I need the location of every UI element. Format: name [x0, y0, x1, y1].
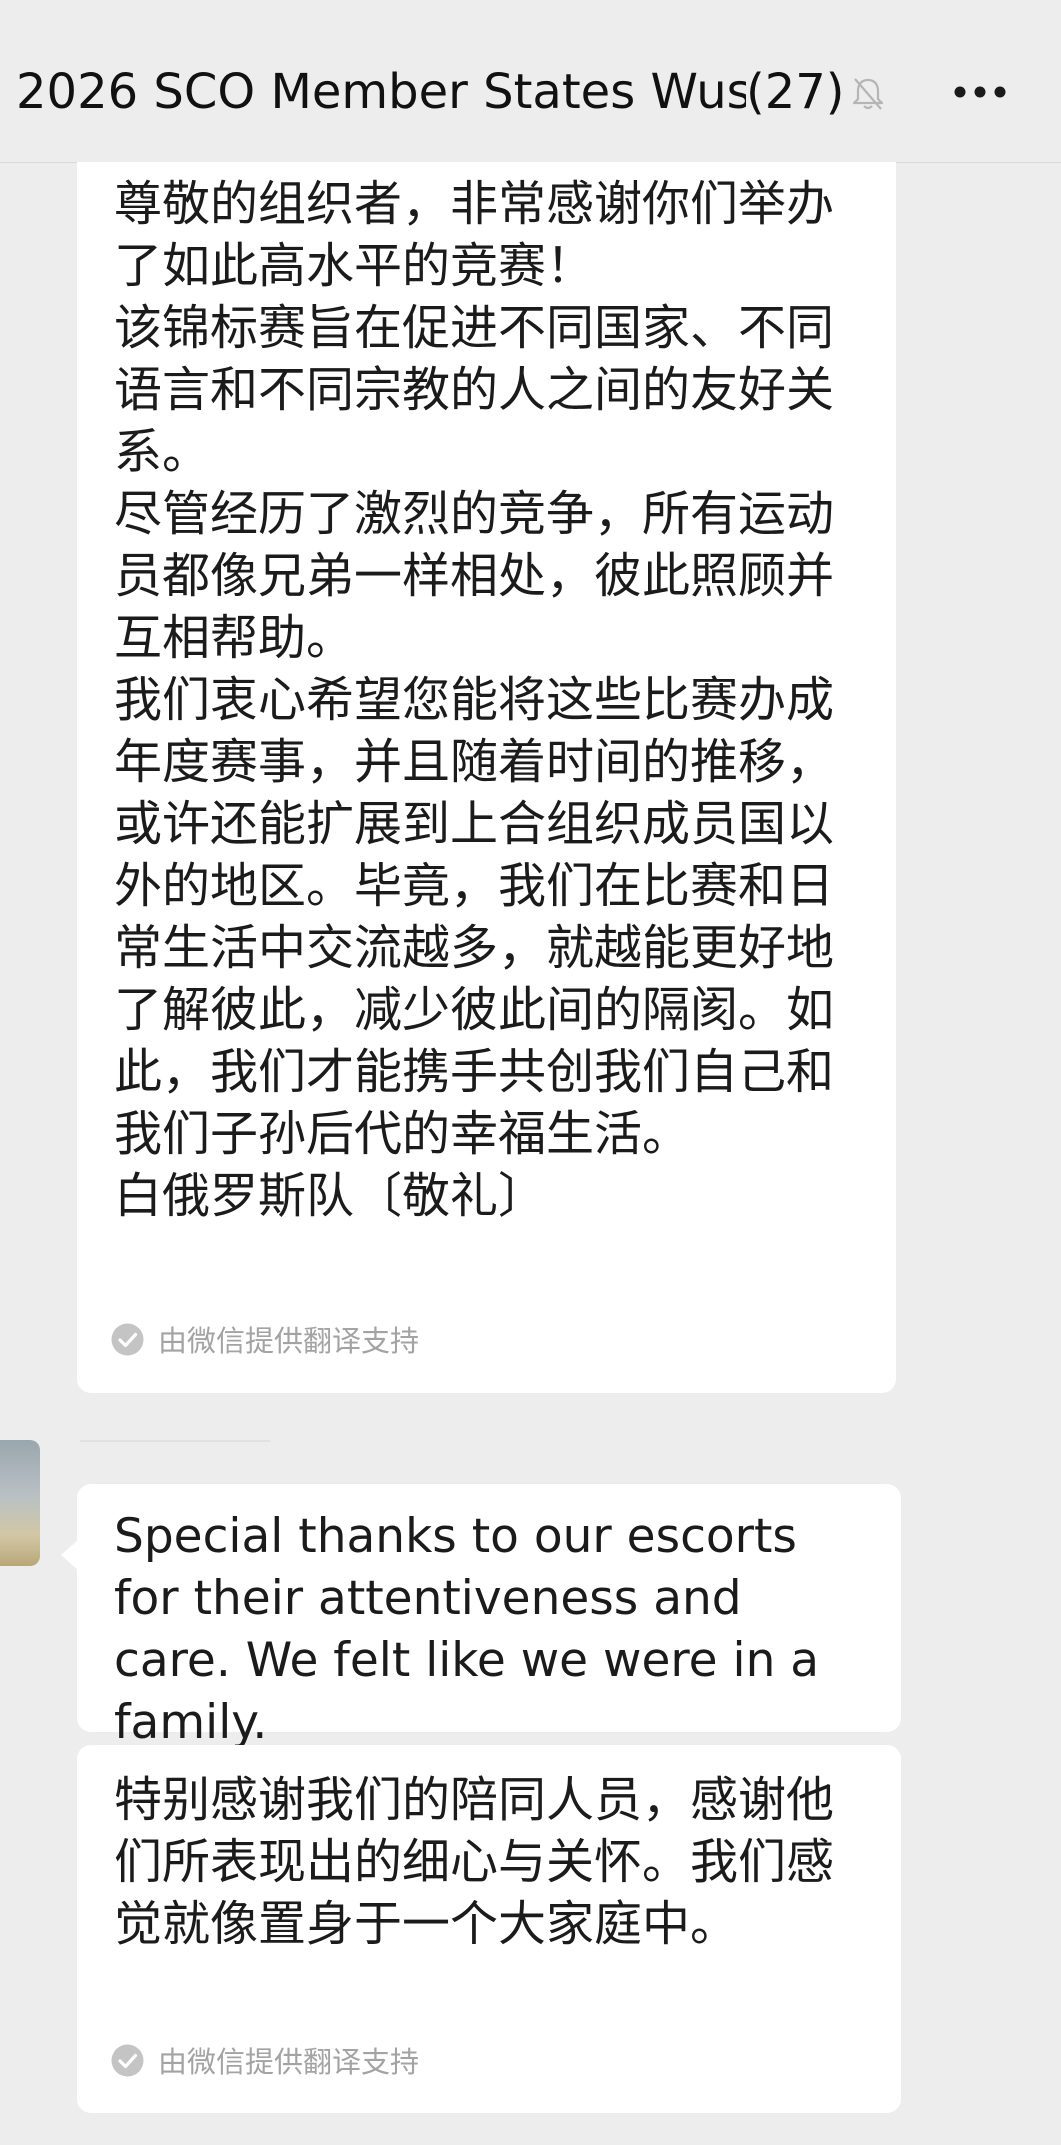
message-bubble-translation[interactable]: 特别感谢我们的陪同人员，感谢他们所表现出的细心与关怀。我们感觉就像置身于一个大家…: [77, 1745, 901, 2113]
more-options-button[interactable]: [945, 62, 1015, 122]
bell-muted-icon: [852, 78, 884, 110]
translation-note: 由微信提供翻译支持: [111, 1318, 419, 1360]
chat-title[interactable]: 2026 SCO Member States Wushu(27): [16, 62, 851, 122]
group-name: 2026 SCO Member States Wushu: [16, 64, 746, 120]
translation-note-label: 由微信提供翻译支持: [158, 1324, 420, 1358]
translation-note: 由微信提供翻译支持: [111, 2039, 419, 2081]
avatar[interactable]: [0, 1440, 40, 1566]
sender-name: [80, 1440, 270, 1472]
message-bubble[interactable]: Special thanks to our escorts for their …: [61, 1484, 901, 1750]
message-text: 特别感谢我们的陪同人员，感谢他们所表现出的细心与关怀。我们感觉就像置身于一个大家…: [114, 1772, 835, 1952]
check-circle-icon: [111, 2044, 144, 2076]
translation-note-label: 由微信提供翻译支持: [158, 2045, 420, 2079]
message-text: 尊敬的组织者，非常感谢你们举办了如此高水平的竞赛！ 该锦标赛旨在促进不同国家、不…: [114, 176, 835, 1224]
check-circle-icon: [111, 1323, 144, 1355]
message-text: Special thanks to our escorts for their …: [114, 1509, 820, 1750]
chat-header: 2026 SCO Member States Wushu(27): [0, 0, 1061, 163]
message-bubble-translation[interactable]: 尊敬的组织者，非常感谢你们举办了如此高水平的竞赛！ 该锦标赛旨在促进不同国家、不…: [77, 162, 896, 1393]
ellipsis-icon: [954, 86, 1006, 98]
member-count: (27): [746, 64, 845, 120]
bubble-tail: [61, 1540, 78, 1570]
